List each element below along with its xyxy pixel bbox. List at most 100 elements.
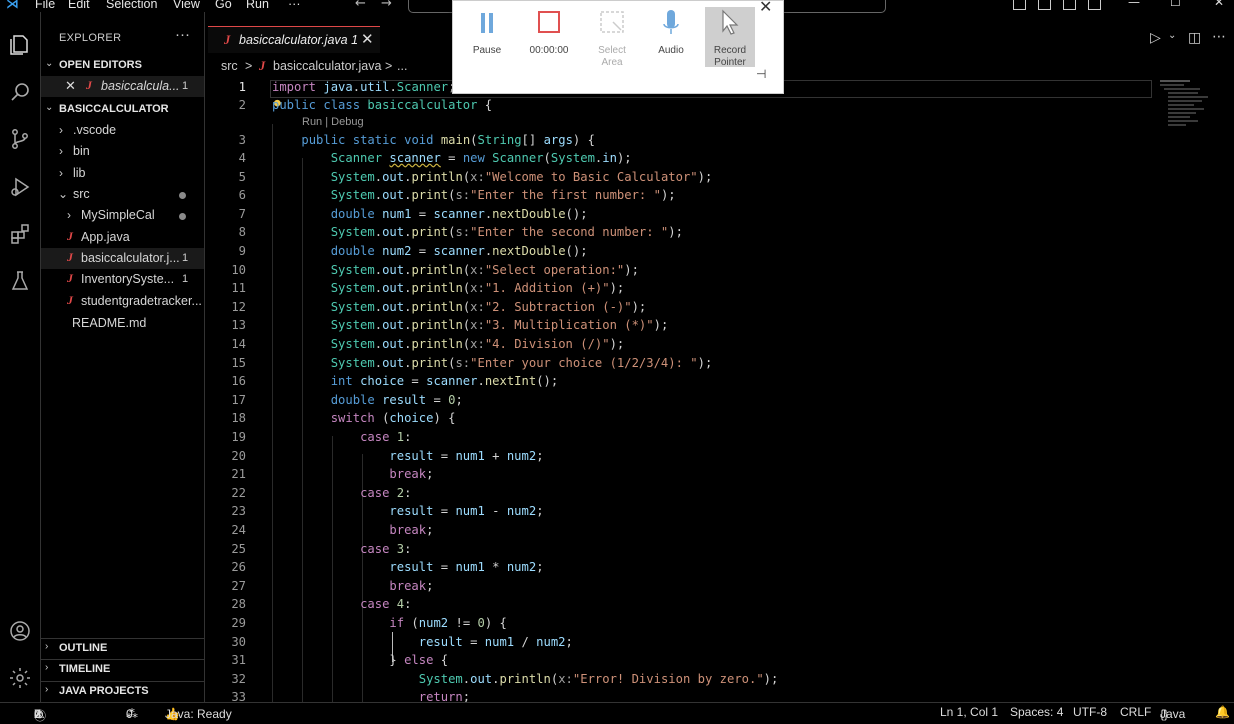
extensions-icon[interactable] <box>5 219 35 249</box>
code-line: System.out.println(x:"1. Addition (+)"); <box>330 281 625 295</box>
notifications-bell-icon[interactable]: 🔔 <box>1215 705 1230 719</box>
search-icon[interactable] <box>5 77 35 107</box>
indentation[interactable]: Spaces: 4 <box>1010 705 1063 719</box>
code-line: System.out.println(x:"Error! Division by… <box>418 672 779 686</box>
chevron-right-icon: › <box>59 123 63 137</box>
line-ending[interactable]: CRLF <box>1120 705 1151 719</box>
menu-edit[interactable]: Edit <box>68 0 90 11</box>
menu-run[interactable]: Run <box>246 0 269 11</box>
line-number: 33 <box>231 690 246 702</box>
breadcrumb-file[interactable]: basiccalculator.java <box>273 59 381 73</box>
code-line: double num1 = scanner.nextDouble(); <box>330 207 588 221</box>
settings-gear-icon[interactable] <box>5 663 35 693</box>
code-line: if (num2 != 0) { <box>389 616 507 630</box>
minimap[interactable] <box>1160 76 1220 136</box>
line-number: 6 <box>238 188 246 202</box>
tree-folder-vscode[interactable]: › .vscode <box>41 120 204 141</box>
outline-section[interactable]: › OUTLINE <box>41 638 204 659</box>
tree-file-studentgradetracker[interactable]: J studentgradetracker... <box>41 291 204 312</box>
tab-close-icon[interactable]: ✕ <box>361 30 374 48</box>
tree-folder-lib[interactable]: › lib <box>41 163 204 184</box>
line-number: 7 <box>238 207 246 221</box>
toggle-panel-icon[interactable] <box>1038 0 1051 10</box>
code-line: System.out.print(s:"Enter your choice (1… <box>330 356 713 370</box>
explorer-icon[interactable] <box>5 30 35 60</box>
chevron-down-icon: ⌄ <box>45 58 54 69</box>
code-line: System.out.print(s:"Enter the second num… <box>330 225 683 239</box>
code-line: System.out.println(x:"2. Subtraction (-)… <box>330 300 647 314</box>
line-number: 30 <box>231 635 246 649</box>
menu-selection[interactable]: Selection <box>106 0 157 11</box>
code-line: import java.util.Scanner; <box>272 80 456 94</box>
tree-folder-bin[interactable]: › bin <box>41 141 204 162</box>
line-number: 18 <box>231 411 246 425</box>
chevron-right-icon: › <box>67 208 71 222</box>
source-control-icon[interactable] <box>5 124 35 154</box>
run-java-icon[interactable]: ▷ <box>1150 30 1161 46</box>
menu-file[interactable]: File <box>35 0 55 11</box>
toggle-secondary-sidebar-icon[interactable] <box>1063 0 1076 10</box>
close-editor-icon[interactable]: ✕ <box>65 78 76 94</box>
breadcrumb-src[interactable]: src <box>221 59 238 73</box>
explorer-more-button[interactable]: ··· <box>175 26 190 43</box>
run-debug-icon[interactable] <box>5 172 35 202</box>
toggle-sidebar-icon[interactable] <box>1013 0 1026 10</box>
split-editor-icon[interactable]: ◫ <box>1188 30 1201 46</box>
modified-dot <box>179 192 186 199</box>
code-line: public class basiccalculator { <box>272 98 493 112</box>
tree-file-app[interactable]: J App.java <box>41 227 204 248</box>
select-area-button[interactable]: Select Area <box>587 7 637 68</box>
breadcrumb-more[interactable]: ... <box>397 59 407 73</box>
code-line: System.out.println(x:"Select operation:"… <box>330 263 639 277</box>
forward-arrow-icon[interactable]: → <box>381 0 392 11</box>
tree-file-basiccalculator[interactable]: J basiccalculator.j... 1 <box>41 248 204 269</box>
code-line: case 2: <box>360 486 412 500</box>
code-editor[interactable]: 1 2 3 4 5 6 7 8 9 10 11 12 13 14 15 16 17 18 19 20 21 22 23 24 2… <box>205 76 1234 702</box>
maximize-icon[interactable]: ☐ <box>1170 0 1181 9</box>
line-number: 21 <box>231 467 246 481</box>
run-dropdown-icon[interactable]: ⌄ <box>1168 30 1176 41</box>
code-line: } else { <box>272 653 449 667</box>
encoding[interactable]: UTF-8 <box>1073 705 1107 719</box>
tree-file-inventorysystem[interactable]: J InventorySyste... 1 <box>41 269 204 290</box>
record-pointer-button[interactable]: Record Pointer <box>705 7 755 68</box>
code-line: result = num1 - num2; <box>389 504 544 518</box>
code-line: int choice = scanner.nextInt(); <box>330 374 559 388</box>
java-projects-section[interactable]: › JAVA PROJECTS <box>41 681 204 702</box>
timeline-section[interactable]: › TIMELINE <box>41 659 204 680</box>
menu-more[interactable]: ··· <box>288 0 301 11</box>
microphone-icon <box>663 10 679 34</box>
project-section[interactable]: ⌄ BASICCALCULATOR <box>41 100 204 120</box>
cursor-position[interactable]: Ln 1, Col 1 <box>940 705 998 719</box>
stop-timer-button[interactable]: 00:00:00 <box>524 7 574 67</box>
tree-file-readme[interactable]: README.md <box>41 313 204 334</box>
line-number: 8 <box>238 225 246 239</box>
accounts-icon[interactable] <box>5 616 35 646</box>
open-editor-item[interactable]: ✕ J basiccalcula... 1 <box>41 76 204 97</box>
window-close-icon[interactable]: ✕ <box>1214 0 1224 9</box>
open-editors-section[interactable]: ⌄ OPEN EDITORS <box>41 56 204 76</box>
tab-basiccalculator[interactable]: J basiccalculator.java 1 ✕ <box>208 26 380 53</box>
testing-icon[interactable] <box>5 266 35 296</box>
menu-view[interactable]: View <box>173 0 200 11</box>
minimize-icon[interactable]: — <box>1128 0 1140 9</box>
code-line: result = num1 + num2; <box>389 449 544 463</box>
line-number: 17 <box>231 393 246 407</box>
code-line: case 3: <box>360 542 412 556</box>
line-number: 25 <box>231 542 246 556</box>
tree-folder-mysimplecal[interactable]: › MySimpleCal <box>41 205 204 226</box>
tree-folder-src[interactable]: ⌄ src <box>41 184 204 205</box>
line-number: 4 <box>238 151 246 165</box>
menu-go[interactable]: Go <box>215 0 232 11</box>
recorder-close-icon[interactable]: ✕ <box>759 0 772 17</box>
pin-icon[interactable]: ⊣ <box>756 67 766 81</box>
run-debug-codelens[interactable]: Run | Debug <box>302 116 364 128</box>
line-number: 5 <box>238 170 246 184</box>
code-line: case 1: <box>360 430 412 444</box>
customize-layout-icon[interactable] <box>1088 0 1101 10</box>
vscode-logo-icon: ⋊ <box>6 0 19 12</box>
editor-more-icon[interactable]: ⋯ <box>1212 29 1226 45</box>
pause-button[interactable]: Pause <box>462 7 512 67</box>
back-arrow-icon[interactable]: ← <box>355 0 366 11</box>
audio-button[interactable]: Audio <box>646 7 696 67</box>
